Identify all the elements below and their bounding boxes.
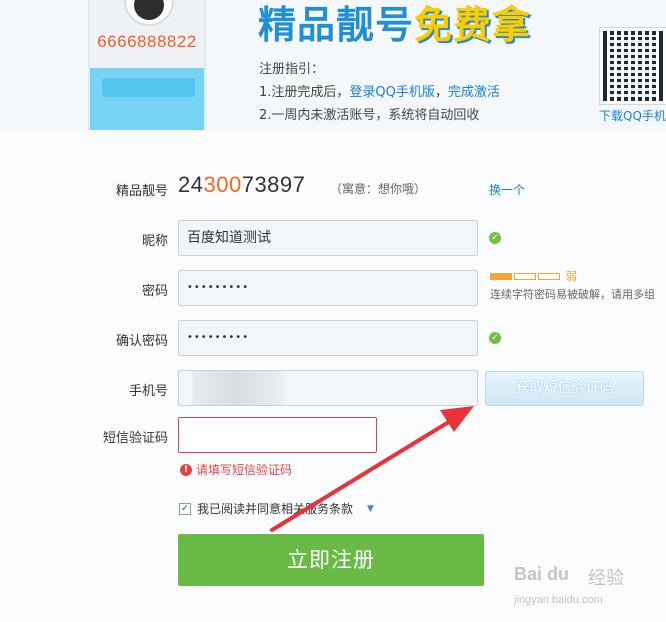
complete-activation-link[interactable]: 完成激活: [448, 85, 500, 100]
strength-bar-1: [490, 272, 512, 280]
phone-input[interactable]: [178, 370, 478, 406]
watermark-url: jingyan.baidu.com: [514, 594, 603, 606]
phone-label: 手机号: [128, 384, 168, 399]
qr-code-pattern: [607, 35, 659, 97]
baidu-jingyan-watermark: Bai du 经验 jingyan.baidu.com: [508, 556, 658, 616]
guide-line-1: 1.注册完成后，登录QQ手机版，完成激活: [259, 81, 500, 104]
strength-bar-3: [538, 272, 560, 280]
password-hint: 连续字符密码易被破解，请用多组: [490, 288, 655, 301]
sms-code-input[interactable]: [178, 417, 377, 453]
nickname-label: 昵称: [141, 234, 168, 249]
guide-title: 注册指引：: [259, 62, 325, 77]
sms-code-label: 短信验证码: [102, 431, 168, 446]
password-input[interactable]: •••••••••: [178, 270, 478, 306]
guide-line-1-sep: ，: [434, 85, 448, 100]
register-guide: 注册指引： 1.注册完成后，登录QQ手机版，完成激活 2.一周内未激活账号，系统…: [259, 58, 500, 127]
confirm-check-icon: ✓: [489, 332, 501, 344]
strength-bar-2: [514, 272, 536, 280]
lucky-number-meaning: （寓意：想你哦）: [330, 182, 427, 196]
register-submit-button[interactable]: 立即注册: [178, 534, 484, 586]
register-page: 6666888822 精品靓号免费拿 注册指引： 1.注册完成后，登录QQ手机版…: [0, 0, 666, 622]
banner-slogan: 精品靓号免费拿: [258, 0, 531, 49]
guide-line-1-prefix: 1.注册完成后，: [259, 85, 350, 100]
watermark-cn: 经验: [588, 568, 624, 589]
lucky-number-part1: 24: [178, 172, 204, 197]
swap-number-link[interactable]: 换一个: [489, 181, 525, 198]
phone-screen-top: 6666888822: [90, 0, 204, 68]
strength-label: 弱: [566, 270, 577, 283]
guide-line-2: 2.一周内未激活账号，系统将自动回收: [259, 108, 480, 123]
nickname-input[interactable]: 百度知道测试: [178, 220, 478, 256]
watermark-brand: Bai du: [514, 564, 570, 584]
lucky-number-part3: 73897: [241, 172, 306, 197]
download-qq-mobile-link[interactable]: 下载QQ手机: [599, 107, 666, 124]
slogan-blue: 精品靓号: [258, 3, 415, 47]
promo-banner: 6666888822 精品靓号免费拿 注册指引： 1.注册完成后，登录QQ手机版…: [0, 0, 666, 130]
nickname-check-icon: ✓: [489, 232, 501, 244]
get-sms-code-button[interactable]: 获取短信验证码: [485, 371, 644, 406]
terms-agreement: ✓ 我已阅读并同意相关服务条款 ▼: [179, 500, 374, 517]
agree-checkbox[interactable]: ✓: [179, 502, 191, 515]
error-circle-icon: !: [180, 463, 192, 476]
qr-code-icon[interactable]: [599, 27, 666, 105]
banner-phone-number: 6666888822: [97, 32, 197, 51]
confirm-password-input[interactable]: •••••••••: [178, 320, 478, 356]
phone-illustration: 6666888822: [88, 0, 206, 130]
agree-text[interactable]: 我已阅读并同意相关服务条款: [197, 500, 353, 517]
login-qq-mobile-link[interactable]: 登录QQ手机版: [349, 85, 434, 100]
caret-down-icon[interactable]: ▼: [367, 504, 374, 514]
password-label: 密码: [141, 284, 168, 299]
sms-code-error-text: 请填写短信验证码: [196, 463, 293, 477]
lucky-number-label: 精品靓号: [115, 184, 168, 199]
penguin-avatar-icon: [124, 0, 174, 26]
lucky-number-highlight: 300: [203, 172, 242, 197]
annotation-arrow-head: [440, 406, 474, 432]
sms-code-error: ! 请填写短信验证码: [180, 461, 292, 478]
slogan-highlight: 免费拿: [414, 3, 532, 47]
confirm-password-label: 确认密码: [115, 334, 168, 349]
lucky-number-value: 2430073897: [178, 172, 305, 198]
phone-illustration-button: [102, 78, 195, 97]
password-strength-meter: 弱: [490, 270, 577, 283]
